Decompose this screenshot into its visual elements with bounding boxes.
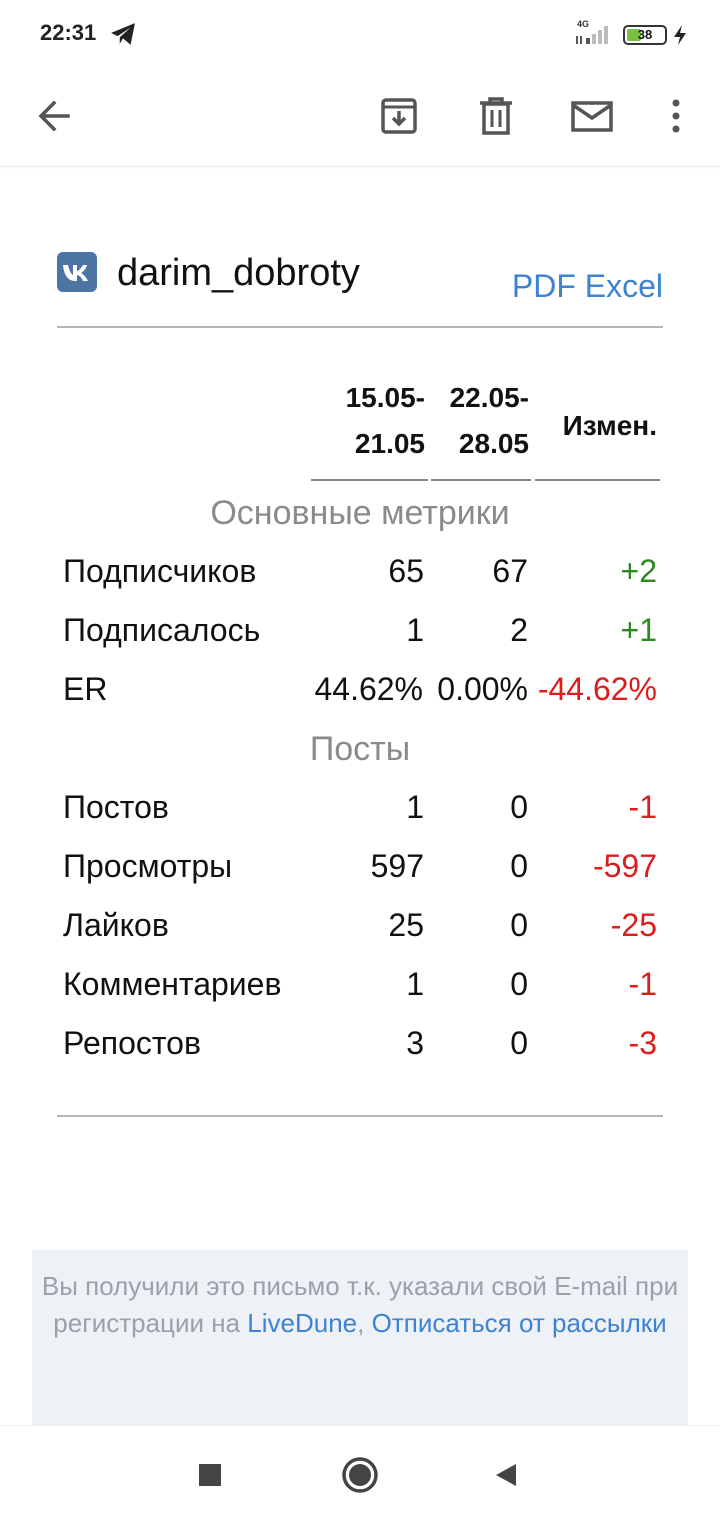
recents-button[interactable] bbox=[186, 1451, 234, 1499]
metric-row-views: Просмотры 597 0 -597 bbox=[63, 848, 663, 892]
metric-label: Просмотры bbox=[63, 848, 233, 884]
period1-underline bbox=[311, 479, 428, 481]
stop-square-icon bbox=[199, 1464, 221, 1486]
metric-value-period1: 1 bbox=[406, 966, 424, 1002]
archive-button[interactable] bbox=[369, 86, 429, 146]
metric-label: Репостов bbox=[63, 1025, 201, 1061]
metric-value-period1: 597 bbox=[370, 848, 424, 884]
metric-label: ER bbox=[63, 671, 108, 707]
livedune-link[interactable]: LiveDune bbox=[247, 1308, 357, 1338]
metric-value-period1: 3 bbox=[406, 1025, 424, 1061]
metric-label: Подписчиков bbox=[63, 553, 257, 589]
header-divider bbox=[57, 326, 663, 328]
metric-value-period1: 25 bbox=[388, 907, 424, 943]
email-footer: Вы получили это письмо т.к. указали свой… bbox=[32, 1250, 688, 1425]
section-title-posts: Посты bbox=[309, 730, 411, 768]
signal-icon bbox=[576, 26, 608, 44]
metric-value-period2: 0 bbox=[510, 966, 528, 1002]
battery-icon: 38 bbox=[623, 25, 667, 45]
period2-end: 28.05 bbox=[458, 428, 529, 459]
change-header: Измен. bbox=[562, 410, 657, 441]
metric-label: Лайков bbox=[63, 907, 169, 943]
period2-header: 22.05- 28.05 bbox=[429, 382, 529, 460]
metric-change: -3 bbox=[628, 1025, 657, 1061]
metric-value-period1: 44.62% bbox=[314, 671, 423, 707]
metric-change: +1 bbox=[620, 612, 657, 648]
home-button[interactable] bbox=[336, 1451, 384, 1499]
metric-row-subscribers: Подписчиков 65 67 +2 bbox=[63, 553, 663, 597]
metric-row-comments: Комментариев 1 0 -1 bbox=[63, 966, 663, 1010]
mail-icon bbox=[571, 101, 613, 132]
status-time: 22:31 bbox=[40, 20, 97, 45]
telegram-icon bbox=[111, 23, 135, 45]
back-triangle-icon bbox=[496, 1464, 516, 1486]
more-vert-icon bbox=[672, 99, 680, 133]
status-bar: 22:31 4G 38 bbox=[0, 0, 720, 70]
vk-logo-icon bbox=[57, 252, 97, 292]
report-header: darim_dobroty PDF Excel bbox=[57, 250, 663, 310]
metric-change: -44.62% bbox=[537, 671, 657, 707]
delete-button[interactable] bbox=[466, 86, 526, 146]
archive-icon bbox=[381, 98, 417, 134]
email-toolbar bbox=[0, 70, 720, 167]
metric-label: Постов bbox=[63, 789, 169, 825]
metric-value-period2: 0 bbox=[510, 1025, 528, 1061]
metric-value-period2: 0.00% bbox=[437, 671, 528, 707]
footer-text: Вы получили это письмо т.к. указали свой… bbox=[32, 1268, 688, 1342]
metric-row-reposts: Репостов 3 0 -3 bbox=[63, 1025, 663, 1069]
metric-row-subscribed: Подписалось 1 2 +1 bbox=[63, 612, 663, 656]
unsubscribe-link[interactable]: Отписаться от рассылки bbox=[372, 1308, 667, 1338]
export-links: PDF Excel bbox=[512, 268, 663, 305]
back-nav-button[interactable] bbox=[482, 1451, 530, 1499]
back-button[interactable] bbox=[24, 86, 84, 146]
metric-change: -1 bbox=[628, 966, 657, 1002]
footer-comma: , bbox=[357, 1308, 365, 1338]
charging-icon bbox=[674, 25, 686, 45]
metric-change: -25 bbox=[610, 907, 657, 943]
metric-value-period1: 1 bbox=[406, 612, 424, 648]
period2-start: 22.05- bbox=[449, 382, 529, 413]
period2-underline bbox=[431, 479, 531, 481]
metric-label: Комментариев bbox=[63, 966, 282, 1002]
mark-unread-button[interactable] bbox=[562, 86, 622, 146]
metric-value-period2: 67 bbox=[492, 553, 528, 589]
period1-end: 21.05 bbox=[354, 428, 425, 459]
metric-row-er: ER 44.62% 0.00% -44.62% bbox=[63, 671, 663, 715]
metric-row-likes: Лайков 25 0 -25 bbox=[63, 907, 663, 951]
metric-value-period1: 1 bbox=[406, 789, 424, 825]
back-arrow-icon bbox=[38, 100, 70, 132]
metric-row-posts: Постов 1 0 -1 bbox=[63, 789, 663, 833]
home-circle-icon bbox=[342, 1457, 378, 1493]
table-bottom-divider bbox=[57, 1115, 663, 1117]
metric-change: +2 bbox=[620, 553, 657, 589]
account-name: darim_dobroty bbox=[117, 252, 360, 294]
change-underline bbox=[535, 479, 660, 481]
metric-value-period2: 0 bbox=[510, 907, 528, 943]
metric-value-period2: 2 bbox=[510, 612, 528, 648]
trash-icon bbox=[480, 97, 512, 135]
pdf-link[interactable]: PDF bbox=[512, 268, 576, 304]
section-title-main-metrics: Основные метрики bbox=[210, 494, 510, 532]
metric-value-period2: 0 bbox=[510, 848, 528, 884]
metric-change: -1 bbox=[628, 789, 657, 825]
metric-change: -597 bbox=[592, 848, 657, 884]
metric-label: Подписалось bbox=[63, 612, 261, 648]
battery-percent: 38 bbox=[637, 27, 653, 42]
period1-start: 15.05- bbox=[345, 382, 425, 413]
more-options-button[interactable] bbox=[646, 86, 706, 146]
excel-link[interactable]: Excel bbox=[585, 268, 663, 304]
metric-value-period2: 0 bbox=[510, 789, 528, 825]
period1-header: 15.05- 21.05 bbox=[311, 382, 425, 460]
metric-value-period1: 65 bbox=[388, 553, 424, 589]
system-nav-bar bbox=[0, 1425, 720, 1521]
